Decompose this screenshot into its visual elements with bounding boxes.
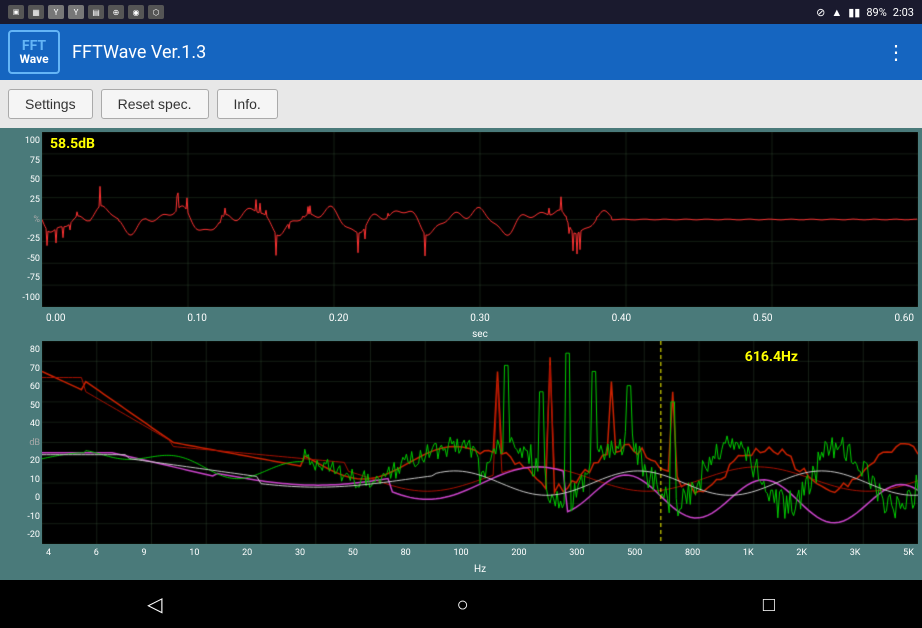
fft-chart-inner: 616.4Hz xyxy=(42,341,918,544)
x-tick: 200 xyxy=(511,548,526,558)
title-bar: FFT Wave FFTWave Ver.1.3 ⋮ xyxy=(0,24,922,80)
wave-chart-container: 100 75 50 25 % -25 -50 -75 -100 58.5dB xyxy=(4,132,918,307)
fft-freq-label: 616.4Hz xyxy=(745,349,798,365)
x-tick: 6 xyxy=(94,548,99,558)
wave-chart-inner: 58.5dB xyxy=(42,132,918,307)
x-tick: 0.20 xyxy=(329,313,349,324)
x-tick: 0.60 xyxy=(894,313,914,324)
x-tick: 9 xyxy=(142,548,147,558)
y-tick: -25 xyxy=(6,234,40,244)
wave-x-labels: 0.00 0.10 0.20 0.30 0.40 0.50 0.60 xyxy=(42,313,918,324)
icon-4: Y xyxy=(68,5,84,19)
status-right: ⊘ ▲ ▮▮ 89% 2:03 xyxy=(816,6,914,19)
x-tick: 30 xyxy=(295,548,305,558)
wave-canvas xyxy=(42,132,918,307)
y-tick: 10 xyxy=(6,475,40,485)
y-tick: 75 xyxy=(6,156,40,166)
no-signal-icon: ⊘ xyxy=(816,6,825,19)
x-tick: 100 xyxy=(453,548,468,558)
y-tick: 70 xyxy=(6,364,40,374)
x-tick: 50 xyxy=(348,548,358,558)
back-button[interactable]: ◁ xyxy=(123,584,186,624)
y-tick: 50 xyxy=(6,401,40,411)
status-bar: ▣ ▦ Y Y ▤ ⊕ ◉ ⬡ ⊘ ▲ ▮▮ 89% 2:03 xyxy=(0,0,922,24)
fft-y-axis: 80 70 60 50 40 dB 20 10 0 -10 -20 xyxy=(4,341,42,544)
status-icons-left: ▣ ▦ Y Y ▤ ⊕ ◉ ⬡ xyxy=(8,5,164,19)
y-tick: -20 xyxy=(6,530,40,540)
x-tick: 0.10 xyxy=(187,313,207,324)
icon-6: ⊕ xyxy=(108,5,124,19)
charts-area: 100 75 50 25 % -25 -50 -75 -100 58.5dB 0… xyxy=(0,128,922,580)
signal-icon: ▮▮ xyxy=(848,6,860,19)
x-tick: 500 xyxy=(627,548,642,558)
battery-percent: 89% xyxy=(866,6,886,19)
wave-x-axis: 0.00 0.10 0.20 0.30 0.40 0.50 0.60 xyxy=(42,309,918,327)
y-tick: % xyxy=(6,215,40,225)
y-tick: -50 xyxy=(6,254,40,264)
x-tick: 0.40 xyxy=(612,313,632,324)
y-tick: 100 xyxy=(6,136,40,146)
nav-bar: ◁ ○ □ xyxy=(0,580,922,628)
app-icon-wave: Wave xyxy=(19,53,48,65)
y-tick: -10 xyxy=(6,512,40,522)
icon-2: ▦ xyxy=(28,5,44,19)
fft-x-labels: 4 6 9 10 20 30 50 80 100 200 300 500 800… xyxy=(42,548,918,558)
x-tick: 0.50 xyxy=(753,313,773,324)
x-tick: 20 xyxy=(242,548,252,558)
info-button[interactable]: Info. xyxy=(217,89,278,119)
y-tick: -75 xyxy=(6,273,40,283)
home-button[interactable]: ○ xyxy=(433,584,493,625)
x-tick: 10 xyxy=(189,548,199,558)
icon-1: ▣ xyxy=(8,5,24,19)
clock: 2:03 xyxy=(893,6,914,19)
y-tick: 50 xyxy=(6,175,40,185)
fft-canvas xyxy=(42,341,918,544)
fft-x-axis-area: 4 6 9 10 20 30 50 80 100 200 300 500 800… xyxy=(4,544,918,576)
app-icon: FFT Wave xyxy=(8,30,60,74)
wave-x-unit: sec xyxy=(42,327,918,341)
x-tick: 80 xyxy=(401,548,411,558)
settings-button[interactable]: Settings xyxy=(8,89,93,119)
x-tick: 4 xyxy=(46,548,51,558)
x-tick: 2K xyxy=(796,548,807,558)
fft-x-unit: Hz xyxy=(42,562,918,576)
icon-7: ◉ xyxy=(128,5,144,19)
x-tick: 800 xyxy=(685,548,700,558)
x-tick: 1K xyxy=(743,548,754,558)
icon-3: Y xyxy=(48,5,64,19)
x-tick: 3K xyxy=(850,548,861,558)
wave-y-axis: 100 75 50 25 % -25 -50 -75 -100 xyxy=(4,132,42,307)
icon-5: ▤ xyxy=(88,5,104,19)
x-tick: 0.30 xyxy=(470,313,490,324)
x-tick: 5K xyxy=(903,548,914,558)
y-tick: 25 xyxy=(6,195,40,205)
app-icon-fft: FFT xyxy=(22,39,46,53)
recent-button[interactable]: □ xyxy=(739,584,799,625)
x-tick: 300 xyxy=(569,548,584,558)
toolbar: Settings Reset spec. Info. xyxy=(0,80,922,128)
y-tick: dB xyxy=(6,438,40,448)
app-title: FFTWave Ver.1.3 xyxy=(72,42,878,63)
icon-8: ⬡ xyxy=(148,5,164,19)
fft-x-axis: 4 6 9 10 20 30 50 80 100 200 300 500 800… xyxy=(42,544,918,562)
fft-chart-container: 80 70 60 50 40 dB 20 10 0 -10 -20 616.4H… xyxy=(4,341,918,544)
y-tick: 20 xyxy=(6,456,40,466)
reset-spec-button[interactable]: Reset spec. xyxy=(101,89,209,119)
y-tick: -100 xyxy=(6,293,40,303)
y-tick: 0 xyxy=(6,493,40,503)
wave-x-axis-area: 0.00 0.10 0.20 0.30 0.40 0.50 0.60 sec xyxy=(4,309,918,341)
menu-dots-icon[interactable]: ⋮ xyxy=(878,32,914,72)
y-tick: 80 xyxy=(6,345,40,355)
x-tick: 0.00 xyxy=(46,313,66,324)
y-tick: 60 xyxy=(6,382,40,392)
y-tick: 40 xyxy=(6,419,40,429)
wifi-icon: ▲ xyxy=(831,6,842,19)
wave-db-label: 58.5dB xyxy=(50,136,95,152)
